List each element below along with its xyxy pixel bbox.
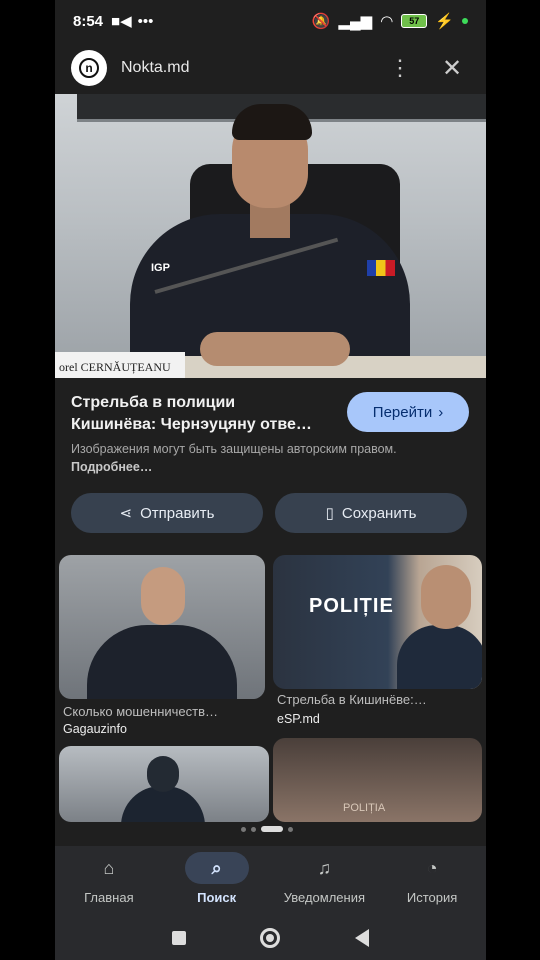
- share-icon: ⋖: [119, 505, 133, 522]
- nav-home[interactable]: ⌂ Главная: [55, 846, 163, 916]
- signal-icon: ▂▄▆: [338, 13, 373, 30]
- nav-notifications[interactable]: ♫ Уведомления: [271, 846, 379, 916]
- bell-icon: ♫: [317, 857, 332, 878]
- related-source-1: Gagauzinfo: [63, 722, 127, 736]
- back-icon[interactable]: [354, 929, 369, 947]
- device-frame-left: [0, 0, 55, 960]
- site-name[interactable]: Nokta.md: [121, 59, 189, 77]
- visit-button[interactable]: Перейти ›: [347, 392, 469, 432]
- mute-icon: 🔕: [311, 13, 331, 30]
- related-caption-2[interactable]: Стрельба в Кишинёве:…: [277, 692, 477, 707]
- more-options-icon[interactable]: ⋮: [382, 50, 418, 86]
- share-button[interactable]: ⋖ Отправить: [71, 493, 263, 533]
- main-image[interactable]: IGP orel CERNĂUȚEANU ⌕: [55, 94, 486, 378]
- history-icon: ◔: [426, 857, 438, 878]
- privacy-indicator: [462, 18, 468, 24]
- home-icon: ⌂: [103, 857, 115, 878]
- video-icon: ■◀: [111, 13, 132, 30]
- home-button-icon[interactable]: [260, 928, 281, 948]
- system-nav-bar: [55, 916, 486, 960]
- flag-patch: [367, 260, 395, 276]
- nav-history[interactable]: ◔ История: [378, 846, 486, 916]
- related-source-2: eSP.md: [277, 712, 320, 726]
- nav-search[interactable]: ⌕ Поиск: [163, 846, 271, 916]
- related-image-2[interactable]: POLIȚIE: [273, 555, 482, 689]
- screen: 8:54 ■◀ ••• 🔕 ▂▄▆ ◠ 57 ⚡ n Nokta.md ⋮ ✕ …: [55, 0, 486, 960]
- more-notifications-icon: •••: [137, 12, 154, 30]
- viewer-header: n Nokta.md ⋮ ✕: [55, 42, 486, 94]
- search-icon: ⌕: [184, 852, 249, 884]
- related-image-1[interactable]: [59, 555, 265, 699]
- bottom-nav: ⌂ Главная ⌕ Поиск ♫ Уведомления ◔ Истори…: [55, 846, 486, 916]
- status-bar: 8:54 ■◀ ••• 🔕 ▂▄▆ ◠ 57 ⚡: [55, 0, 486, 42]
- related-image-3[interactable]: [59, 746, 269, 822]
- close-icon[interactable]: ✕: [434, 50, 470, 86]
- wifi-icon: ◠: [380, 13, 394, 30]
- site-logo[interactable]: n: [71, 50, 107, 86]
- chevron-right-icon: ›: [438, 403, 444, 421]
- related-caption-1[interactable]: Сколько мошенничеств…: [63, 704, 263, 719]
- save-button[interactable]: ▯ Сохранить: [275, 493, 467, 533]
- scroll-indicator: [241, 826, 293, 832]
- status-time: 8:54: [73, 12, 104, 30]
- nameplate: orel CERNĂUȚEANU: [55, 352, 185, 378]
- learn-more-link[interactable]: Подробнее…: [71, 460, 152, 474]
- battery-icon: 57: [401, 14, 428, 28]
- patch-text: IGP: [151, 262, 170, 274]
- result-title[interactable]: Стрельба в полиции Кишинёва: Чернэуцяну …: [71, 392, 333, 436]
- charging-icon: ⚡: [435, 13, 454, 30]
- copyright-notice: Изображения могут быть защищены авторски…: [71, 442, 397, 474]
- recents-icon[interactable]: [172, 931, 187, 945]
- related-image-4[interactable]: POLIȚIA: [273, 738, 482, 822]
- device-frame-right: [485, 0, 540, 960]
- bookmark-icon: ▯: [325, 505, 334, 522]
- site-logo-icon: n: [79, 58, 99, 78]
